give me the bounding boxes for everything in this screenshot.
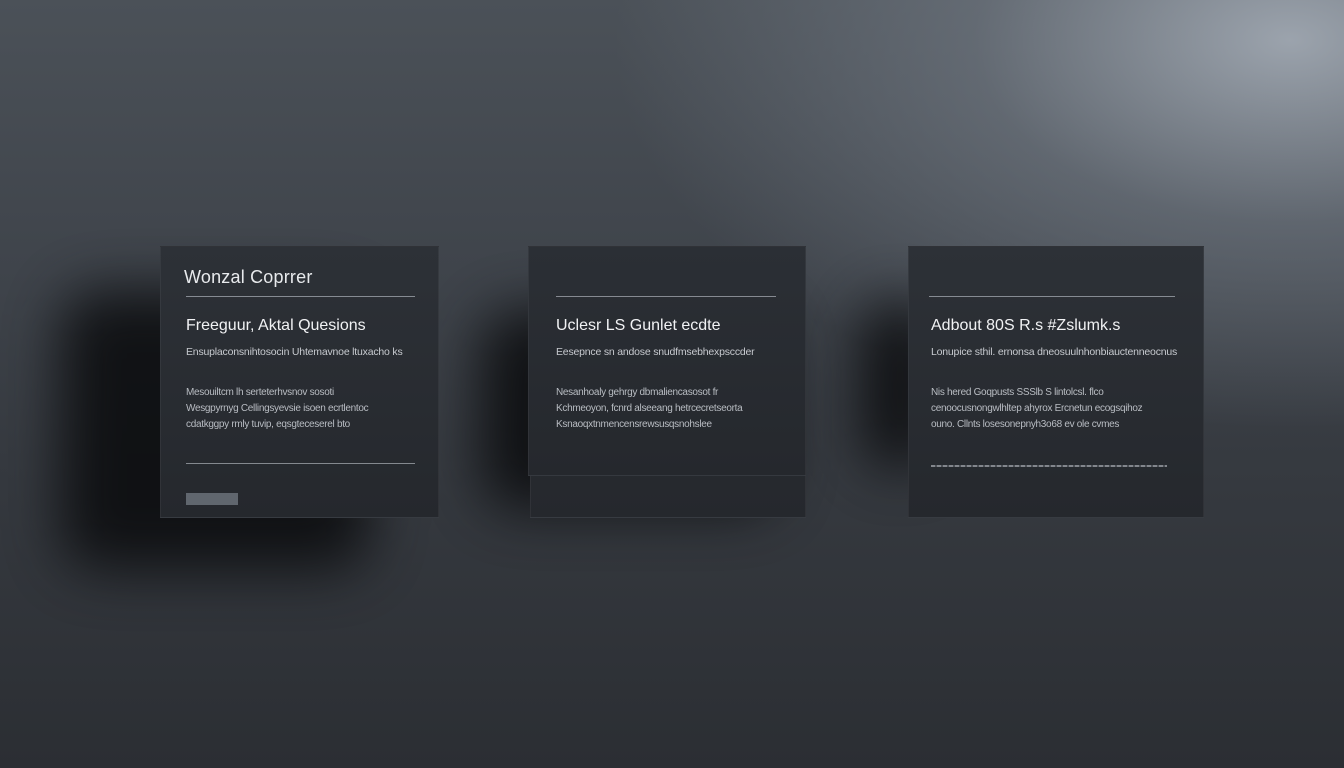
card-body-line: Ksnaoqxtnmencensrewsusqsnohslee [556, 419, 712, 430]
card-body-line: ouno. Cllnts losesonepnyh3o68 ev ole cvm… [931, 419, 1120, 430]
card-body-line: Kchmeoyon, fcnrd alseeang hetrcecretseor… [556, 403, 743, 414]
divider [186, 296, 415, 297]
tag-bar[interactable] [186, 493, 238, 505]
card-body-line: Nesanhoaly gehrgy dbmaliencasosot fr [556, 387, 719, 398]
card-body-line: Wesgpyrnyg Cellingsyevsie isoen ecrtlent… [186, 403, 369, 414]
card-body-line: Mesouiltcm lh serteterhvsnov sosoti [186, 387, 334, 398]
divider [186, 463, 415, 464]
card-subtitle: Ensuplaconsnihtosocin Uhtemavnoe ltuxach… [186, 346, 403, 358]
card-subtitle: Eesepnce sn andose snudfmsebhexpsccder [556, 346, 755, 358]
card-subtitle: Lonupice sthil. ernonsa dneosuulnhonbiau… [931, 346, 1178, 358]
card-body-line: cenoocusnongwlhltep ahyrox Ercnetun ecog… [931, 403, 1143, 414]
divider [931, 465, 1167, 467]
user-guide-card-panel: Uclesr LS Gunlet ecdte Eesepnce sn andos… [528, 246, 806, 476]
card-title: Freeguur, Aktal Quesions [186, 317, 366, 334]
card-body-line: cdatkggpy rmly tuvip, eqsgteceserel bto [186, 419, 350, 430]
divider [929, 296, 1175, 297]
brand-logo-text: Wonzal Coprrer [184, 267, 313, 287]
about-card[interactable]: Adbout 80S R.s #Zslumk.s Lonupice sthil.… [908, 246, 1204, 518]
divider [556, 296, 776, 297]
card-title: Uclesr LS Gunlet ecdte [556, 317, 721, 334]
faq-card[interactable]: Wonzal Coprrer Freeguur, Aktal Quesions … [160, 246, 439, 518]
card-title: Adbout 80S R.s #Zslumk.s [931, 317, 1121, 334]
card-body-line: Nis hered Goqpusts SSSlb S lintolcsl. fl… [931, 387, 1104, 398]
